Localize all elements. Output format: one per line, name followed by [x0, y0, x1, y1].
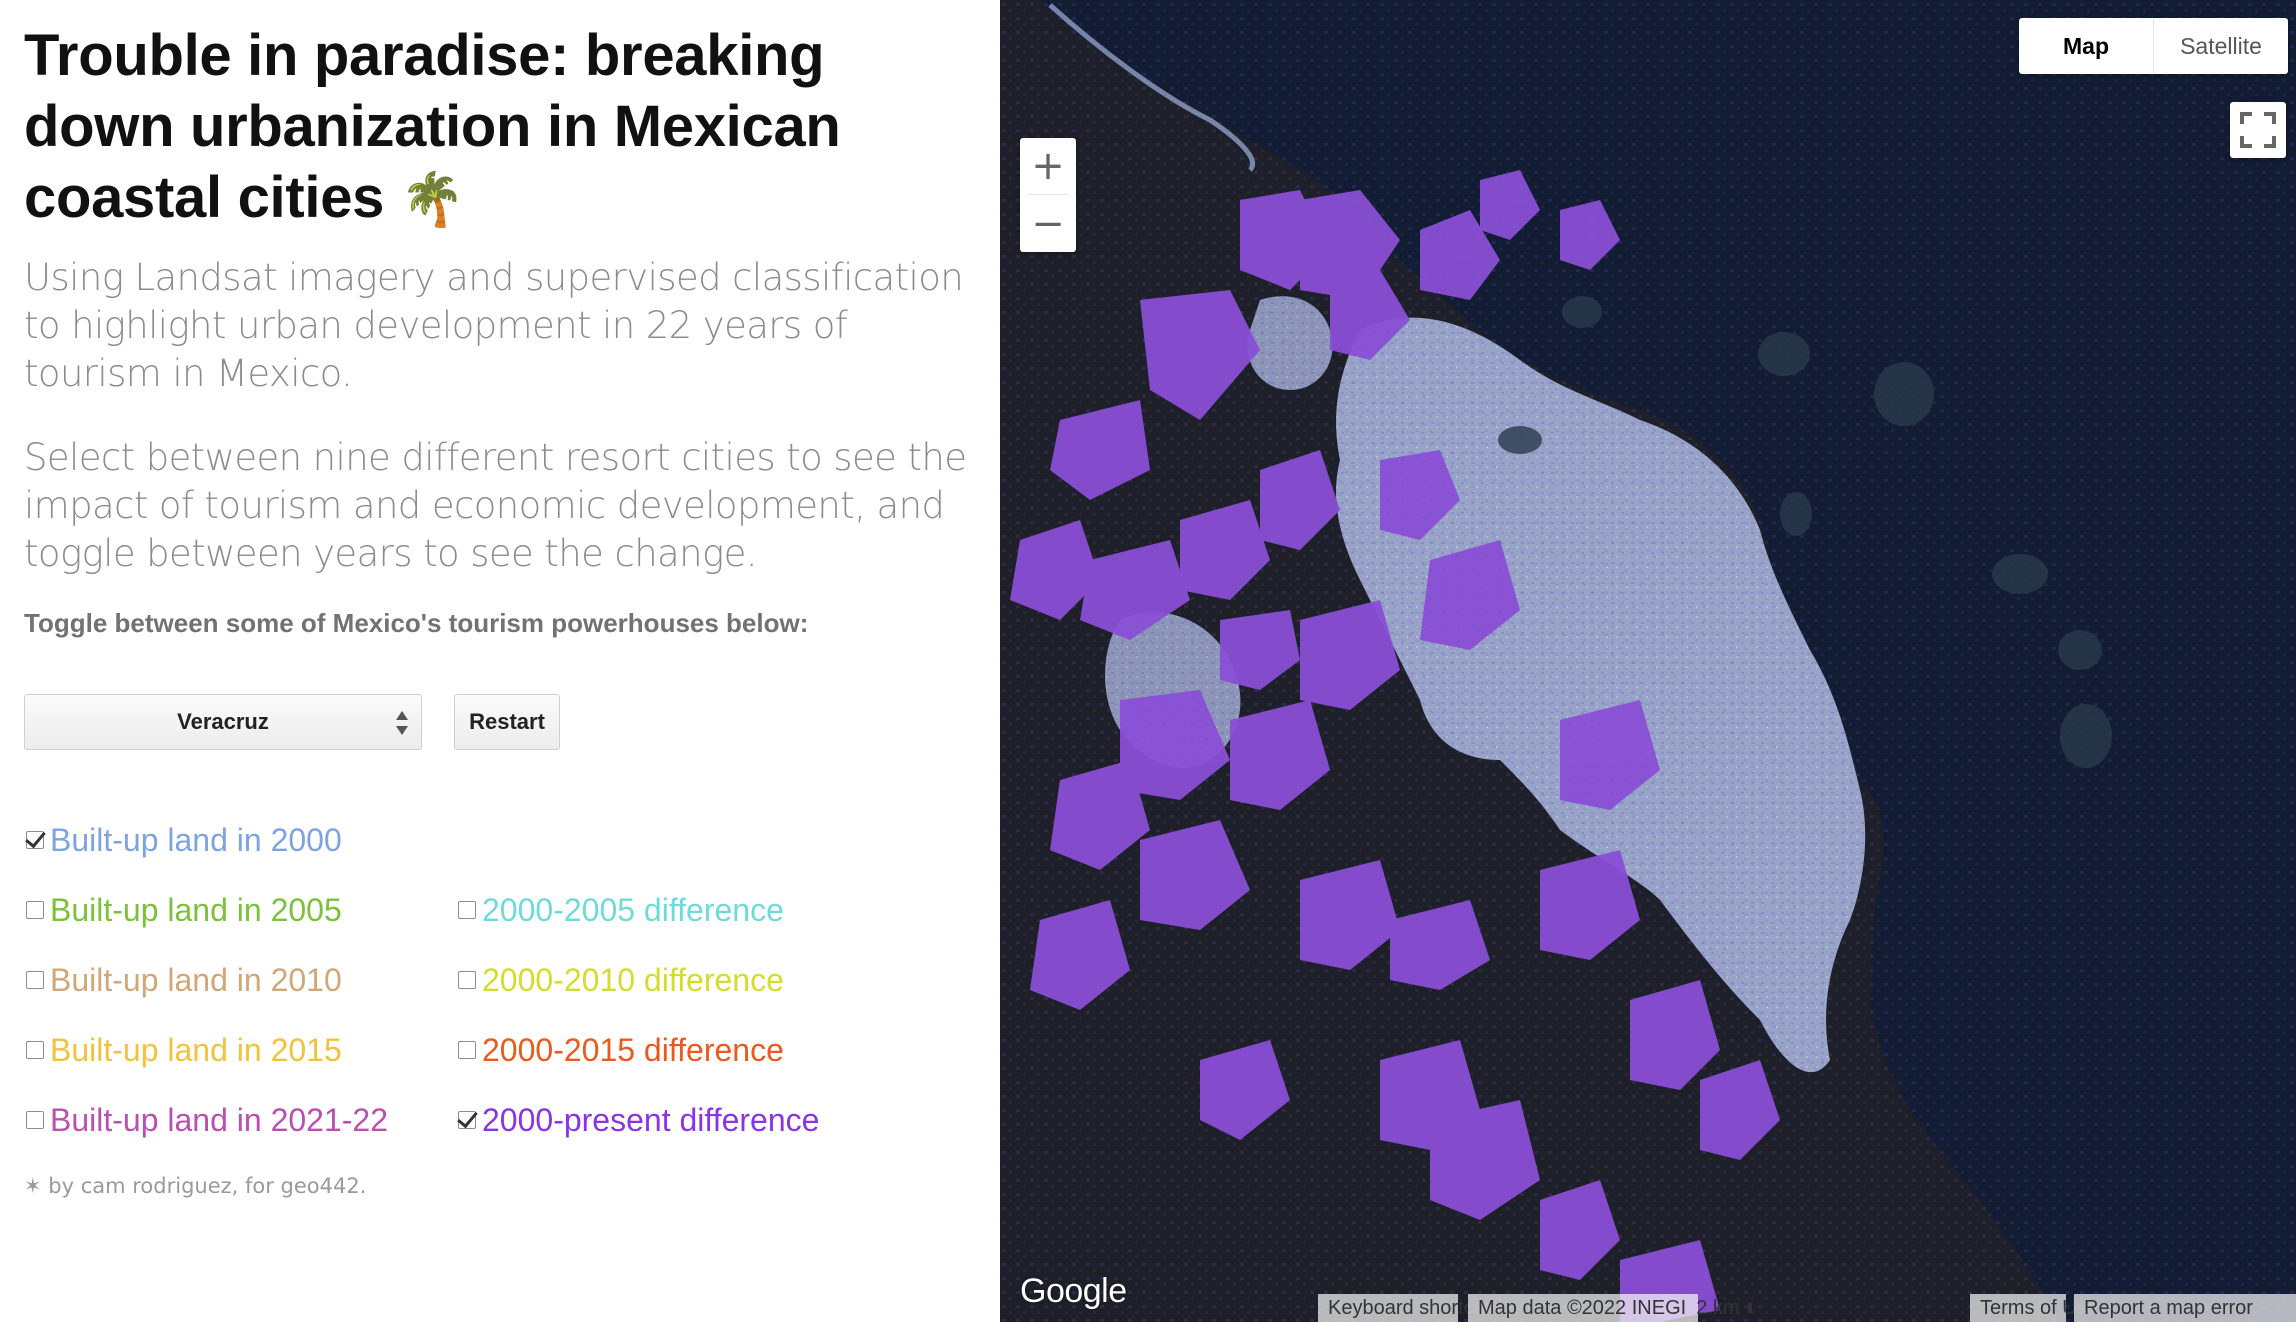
- island: [1780, 492, 1812, 536]
- divider: [1028, 194, 1068, 195]
- city-select-value: Veracruz: [177, 709, 269, 734]
- layer-toggle-2000[interactable]: Built-up land in 2000: [26, 818, 342, 862]
- island: [1562, 296, 1602, 328]
- zoom-out-button[interactable]: −: [1020, 196, 1076, 252]
- island: [1992, 554, 2048, 594]
- map-data-attribution: Map data ©2022 INEGI 2 km: [1468, 1294, 1752, 1322]
- google-logo[interactable]: Google: [1020, 1272, 1127, 1311]
- layer-label: 2000-2015 difference: [482, 1031, 784, 1068]
- author-credit: ✶ by cam rodriguez, for geo442.: [24, 1174, 367, 1198]
- layer-checkbox[interactable]: [458, 971, 476, 989]
- city-prompt: Toggle between some of Mexico's tourism …: [24, 608, 809, 638]
- app-root: Trouble in paradise: breaking down urban…: [0, 0, 2296, 1322]
- terms-of-use-link[interactable]: Terms of Use: [1970, 1294, 2098, 1322]
- island: [1498, 426, 1542, 454]
- intro-paragraph: Using Landsat imagery and supervised cla…: [24, 256, 964, 395]
- select-arrows-icon: [396, 711, 408, 735]
- layer-label: Built-up land in 2015: [50, 1031, 342, 1068]
- layer-checkbox[interactable]: [26, 901, 44, 919]
- layer-toggle-diff-2015[interactable]: 2000-2015 difference: [458, 1028, 784, 1072]
- map-type-satellite-button[interactable]: Satellite: [2154, 18, 2288, 74]
- island: [1874, 362, 1934, 426]
- layer-checkbox[interactable]: [26, 1041, 44, 1059]
- layer-label: 2000-2010 difference: [482, 961, 784, 998]
- city-controls: Veracruz Restart: [24, 694, 560, 750]
- instructions-paragraph: Select between nine different resort cit…: [24, 436, 967, 575]
- map-type-control: Map Satellite: [2019, 18, 2288, 74]
- satellite-basemap: [1000, 0, 2296, 1322]
- layer-toggle-diff-present[interactable]: 2000-present difference: [458, 1098, 819, 1142]
- fullscreen-icon: [2240, 112, 2276, 148]
- island: [2058, 630, 2102, 670]
- island: [1758, 332, 1810, 376]
- scale-label[interactable]: 2 km: [1696, 1297, 1739, 1320]
- layer-toggle-2015[interactable]: Built-up land in 2015: [26, 1028, 342, 1072]
- layer-checkbox[interactable]: [26, 831, 44, 849]
- scale-bar: [1747, 1303, 1752, 1313]
- palm-tree-icon: 🌴: [399, 170, 465, 230]
- layer-checkbox[interactable]: [26, 971, 44, 989]
- island: [2060, 704, 2112, 768]
- layer-checkbox[interactable]: [458, 901, 476, 919]
- city-select[interactable]: Veracruz: [24, 694, 422, 750]
- layer-toggle-diff-2010[interactable]: 2000-2010 difference: [458, 958, 784, 1002]
- fullscreen-button[interactable]: [2230, 102, 2286, 158]
- zoom-control: + −: [1020, 138, 1076, 252]
- page-title: Trouble in paradise: breaking down urban…: [24, 20, 976, 236]
- layer-label: Built-up land in 2010: [50, 961, 342, 998]
- layer-label: Built-up land in 2021-22: [50, 1101, 389, 1138]
- layer-toggle-2005[interactable]: Built-up land in 2005: [26, 888, 342, 932]
- layer-checkbox[interactable]: [26, 1111, 44, 1129]
- layer-label: 2000-present difference: [482, 1101, 820, 1138]
- layer-toggle-2010[interactable]: Built-up land in 2010: [26, 958, 342, 1002]
- map-type-map-button[interactable]: Map: [2019, 18, 2153, 74]
- layer-label: Built-up land in 2005: [50, 891, 342, 928]
- layer-label: 2000-2005 difference: [482, 891, 784, 928]
- layer-label: Built-up land in 2000: [50, 821, 342, 858]
- map-data-text: Map data ©2022 INEGI: [1478, 1296, 1687, 1319]
- restart-button[interactable]: Restart: [454, 694, 560, 750]
- report-map-error-link[interactable]: Report a map error: [2074, 1294, 2296, 1322]
- map-canvas[interactable]: Map Satellite + − Google Keyboard shortc…: [1000, 0, 2296, 1322]
- layer-checkbox[interactable]: [458, 1041, 476, 1059]
- zoom-in-button[interactable]: +: [1020, 138, 1076, 194]
- layer-toggle-2021-22[interactable]: Built-up land in 2021-22: [26, 1098, 388, 1142]
- keyboard-shortcuts-link[interactable]: Keyboard shortcuts: [1318, 1294, 1500, 1322]
- layer-toggle-diff-2005[interactable]: 2000-2005 difference: [458, 888, 784, 932]
- layer-checkbox[interactable]: [458, 1111, 476, 1129]
